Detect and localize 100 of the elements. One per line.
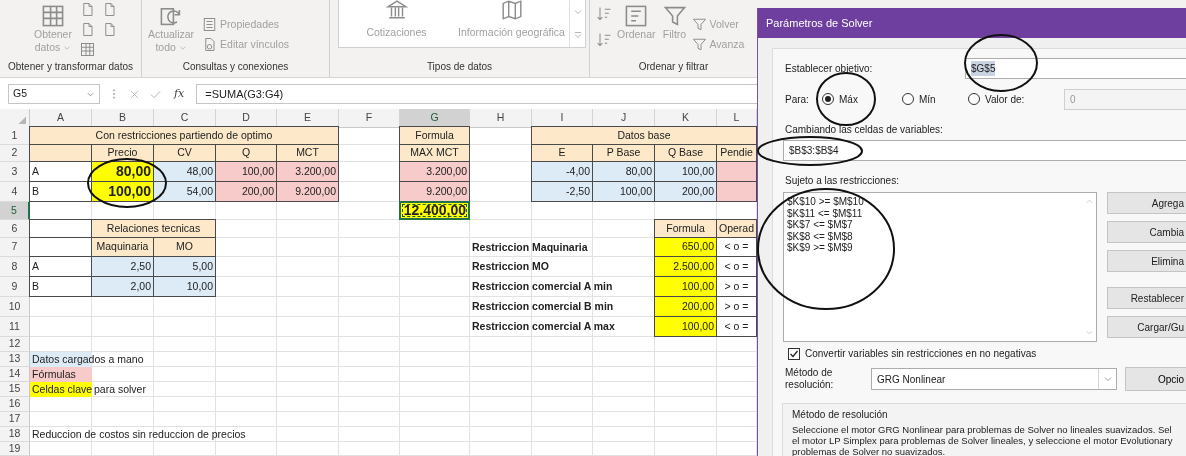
sort-icon: [624, 4, 649, 28]
scroll-up-icon: [1084, 197, 1094, 206]
row-header[interactable]: 8: [0, 257, 30, 277]
table-cell-text: Restriccion comercial B min: [471, 299, 615, 315]
row-header[interactable]: 4: [0, 182, 30, 202]
table-cell: Q Base: [654, 144, 717, 162]
row-header[interactable]: 5: [0, 202, 30, 220]
dialog-button[interactable]: Cambia: [1107, 221, 1186, 243]
caret-icon: [1102, 374, 1113, 384]
table-cell: 3.200,00: [399, 161, 470, 182]
row-header[interactable]: 12: [0, 337, 30, 352]
table-icon: [79, 42, 96, 57]
row-header[interactable]: 3: [0, 162, 30, 182]
table-cell: 12.400,00: [399, 201, 470, 220]
table-cell: 200,00: [215, 181, 277, 202]
method-dropdown[interactable]: GRG Nonlinear: [871, 368, 1117, 390]
sort-icon: [596, 32, 612, 48]
row-header[interactable]: 9: [0, 277, 30, 297]
dialog-button[interactable]: Cargar/Gu: [1107, 316, 1186, 338]
list-item[interactable]: $K$9 >= $M$9: [787, 242, 1082, 254]
row-header[interactable]: 2: [0, 145, 30, 162]
dialog-button[interactable]: Agrega: [1107, 192, 1186, 214]
list-item[interactable]: $K$8 <= $M$8: [787, 230, 1082, 242]
row-header[interactable]: 11: [0, 317, 30, 337]
table-cell: MAX MCT: [399, 144, 470, 162]
row-header[interactable]: 19: [0, 442, 30, 456]
objective-field[interactable]: $G$5: [965, 58, 1186, 79]
row-header[interactable]: 1: [0, 127, 30, 145]
cell-text: Datos cargados a mano: [32, 353, 144, 366]
checkbox[interactable]: [788, 347, 800, 360]
table-cell: 2,00: [91, 276, 154, 297]
radio-label: Máx: [839, 92, 858, 107]
field-label: Para:: [785, 92, 810, 107]
radio-button[interactable]: [902, 93, 914, 105]
table-cell: -2,50: [531, 181, 593, 202]
table-cell: Precio: [91, 144, 154, 162]
row-header[interactable]: 7: [0, 238, 30, 257]
radio-label: Valor de:: [985, 92, 1025, 107]
table-cell-text: Restriccion comercial A min: [471, 279, 614, 295]
row-header[interactable]: 16: [0, 397, 30, 412]
row-header[interactable]: 14: [0, 367, 30, 382]
scroll-down-icon: [1084, 328, 1094, 337]
table-cell: Q: [215, 144, 277, 162]
list-item[interactable]: $K$10 >= $M$10: [787, 196, 1082, 208]
row-header[interactable]: 15: [0, 382, 30, 397]
radio-button[interactable]: [822, 93, 834, 105]
group-label: Consultas y conexiones: [181, 60, 290, 74]
constraints-list[interactable]: $K$10 >= $M$10 $K$11 <= $M$11 $K$7 <= $M$7 $K$8 <= $M$8 $K$9 >= $M$9: [783, 192, 1097, 342]
name-box[interactable]: G5: [8, 84, 100, 104]
table-cell: P Base: [592, 144, 655, 162]
field-label: Método de resolución:: [785, 367, 835, 391]
table-cell: 9.200,00: [276, 181, 339, 202]
table-cell: MCT: [276, 144, 339, 162]
checkbox-label: Convertir variables sin restricciones en no negativas: [805, 347, 1037, 361]
group-title: Método de resolución: [792, 408, 889, 422]
radio-button[interactable]: [968, 93, 980, 105]
table-cell: 200,00: [654, 181, 717, 202]
variables-field[interactable]: $B$3:$B$4: [783, 140, 1186, 161]
document-icon: [202, 36, 218, 52]
table-cell-text: Restriccion MO: [471, 259, 551, 275]
table-cell-text: para solver: [93, 382, 147, 397]
row-header[interactable]: 6: [0, 220, 30, 238]
expand-icon: [572, 30, 583, 41]
formula-field[interactable]: =SUMA(G3:G4): [196, 84, 757, 104]
group-label: Tipos de datos: [425, 60, 494, 74]
list-item[interactable]: $K$11 <= $M$11: [787, 207, 1082, 219]
group-label: Ordenar y filtrar: [637, 60, 710, 74]
circle-annotation: [816, 72, 876, 126]
field-label: Sujeto a las restricciones:: [785, 174, 900, 188]
table-cell: 100,00: [592, 181, 655, 202]
table-cell: E: [531, 144, 593, 162]
filter-icon: [662, 4, 687, 28]
table-cell-text: Reduccion de costos sin reduccion de precios: [31, 427, 247, 442]
table-cell: CV: [153, 144, 216, 162]
filter-icon: [691, 16, 707, 32]
row-header[interactable]: 10: [0, 297, 30, 317]
table-cell-text: Restriccion Maquinaria: [471, 239, 589, 255]
map-icon: [500, 0, 523, 22]
row-header[interactable]: 18: [0, 427, 30, 442]
table-cell: 100,00: [654, 316, 717, 337]
cell-text: Celdas clave: [32, 383, 93, 396]
table-icon: [40, 4, 65, 28]
select-all-icon: [17, 115, 27, 125]
table-cell: Pendie: [716, 144, 757, 162]
table-cell: 9.200,00: [399, 181, 470, 202]
dialog-button[interactable]: Restablecer: [1107, 287, 1186, 309]
row-header[interactable]: 13: [0, 352, 30, 367]
window-title: Parámetros de Solver: [758, 8, 1186, 38]
table-cell: Maquinaria: [91, 237, 154, 257]
function-button[interactable]: fx: [170, 85, 189, 103]
options-button[interactable]: Opcio: [1125, 367, 1186, 391]
list-item[interactable]: $K$7 <= $M$7: [787, 219, 1082, 231]
sort-icon: [596, 6, 612, 22]
row-header[interactable]: 17: [0, 412, 30, 427]
dialog-button[interactable]: Elimina: [1107, 250, 1186, 272]
table-cell: 3.200,00: [276, 161, 339, 182]
radio-label: Mín: [919, 92, 936, 107]
table-cell: 100,00: [91, 181, 154, 202]
table-cell: -4,00: [531, 161, 593, 182]
group-label: Obtener y transformar datos: [6, 60, 135, 74]
